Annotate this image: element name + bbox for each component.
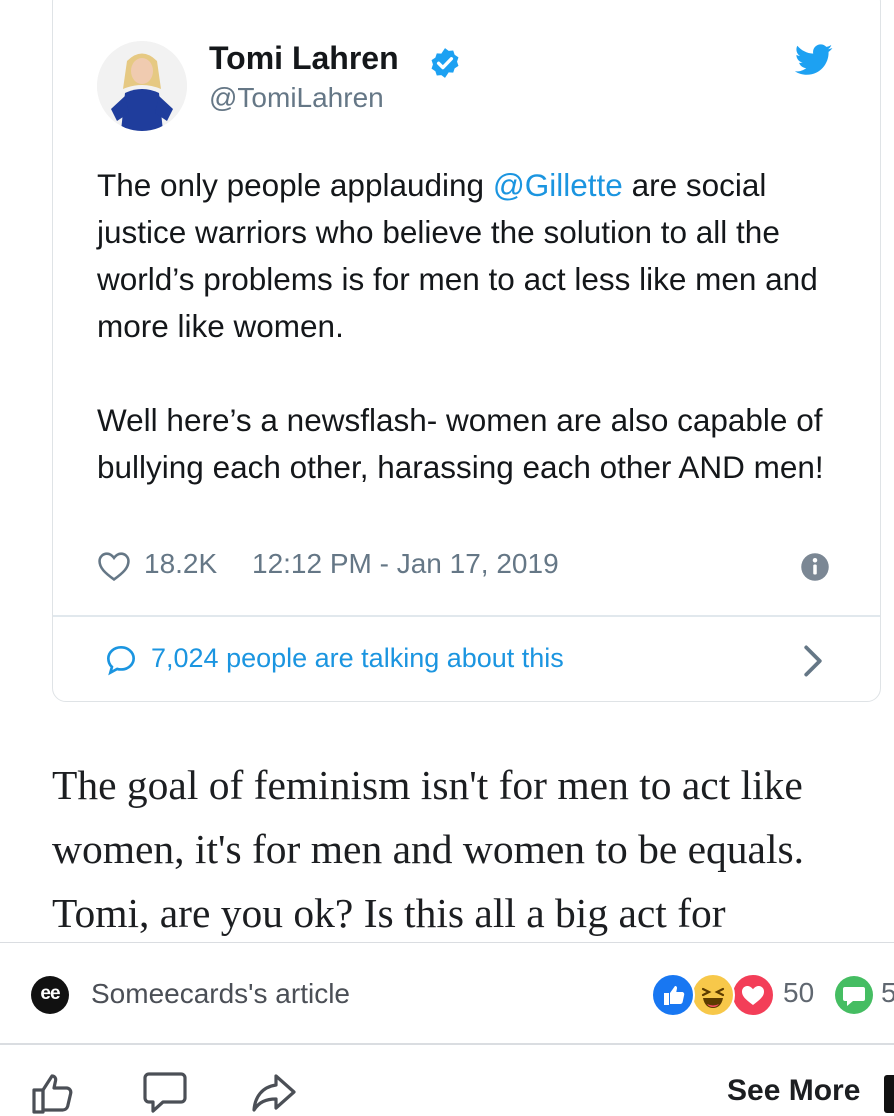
tweet-body: The only people applauding @Gillette are…	[97, 162, 857, 491]
info-icon[interactable]	[800, 552, 830, 582]
divider	[53, 615, 880, 617]
like-reaction-icon	[651, 973, 695, 1017]
reaction-count[interactable]: 50	[783, 977, 814, 1009]
scroll-edge-marker	[884, 1075, 894, 1113]
speech-bubble-icon	[106, 645, 136, 676]
source-logo[interactable]: ee	[31, 976, 69, 1014]
haha-reaction-icon	[691, 973, 735, 1017]
share-icon[interactable]	[250, 1068, 298, 1116]
conversation-link[interactable]: 7,024 people are talking about this	[105, 640, 835, 680]
display-name[interactable]: Tomi Lahren	[209, 40, 399, 77]
conversation-text[interactable]: 7,024 people are talking about this	[151, 643, 564, 674]
like-count[interactable]: 18.2K	[144, 548, 217, 580]
comment-count[interactable]: 5	[881, 977, 894, 1009]
mention-link[interactable]: @Gillette	[493, 167, 623, 203]
source-logo-text: ee	[40, 983, 60, 1004]
thumbs-up-icon[interactable]	[30, 1068, 78, 1116]
see-more-button[interactable]: See More	[727, 1074, 860, 1108]
comment-icon[interactable]	[141, 1068, 189, 1116]
comment-count-icon[interactable]	[835, 976, 873, 1014]
avatar[interactable]	[97, 41, 187, 131]
heart-icon[interactable]	[97, 550, 131, 582]
tweet-timestamp[interactable]: 12:12 PM - Jan 17, 2019	[252, 548, 559, 580]
tweet-paragraph-2: Well here’s a newsflash- women are also …	[97, 402, 824, 485]
reaction-summary[interactable]	[651, 973, 775, 1017]
verified-badge-icon	[431, 48, 459, 78]
twitter-bird-icon[interactable]	[795, 44, 833, 76]
tweet-handle[interactable]: @TomiLahren	[209, 82, 384, 114]
chevron-right-icon[interactable]	[802, 644, 824, 678]
love-reaction-icon	[731, 973, 775, 1017]
tweet-meta-row: 18.2K 12:12 PM - Jan 17, 2019	[97, 546, 837, 586]
tweet-text-segment: The only people applauding	[97, 167, 493, 203]
article-caption: The goal of feminism isn't for men to ac…	[52, 762, 805, 936]
tweet-paragraph-1: The only people applauding @Gillette are…	[97, 162, 857, 350]
source-label[interactable]: Someecards's article	[91, 978, 350, 1010]
divider	[0, 1043, 894, 1045]
